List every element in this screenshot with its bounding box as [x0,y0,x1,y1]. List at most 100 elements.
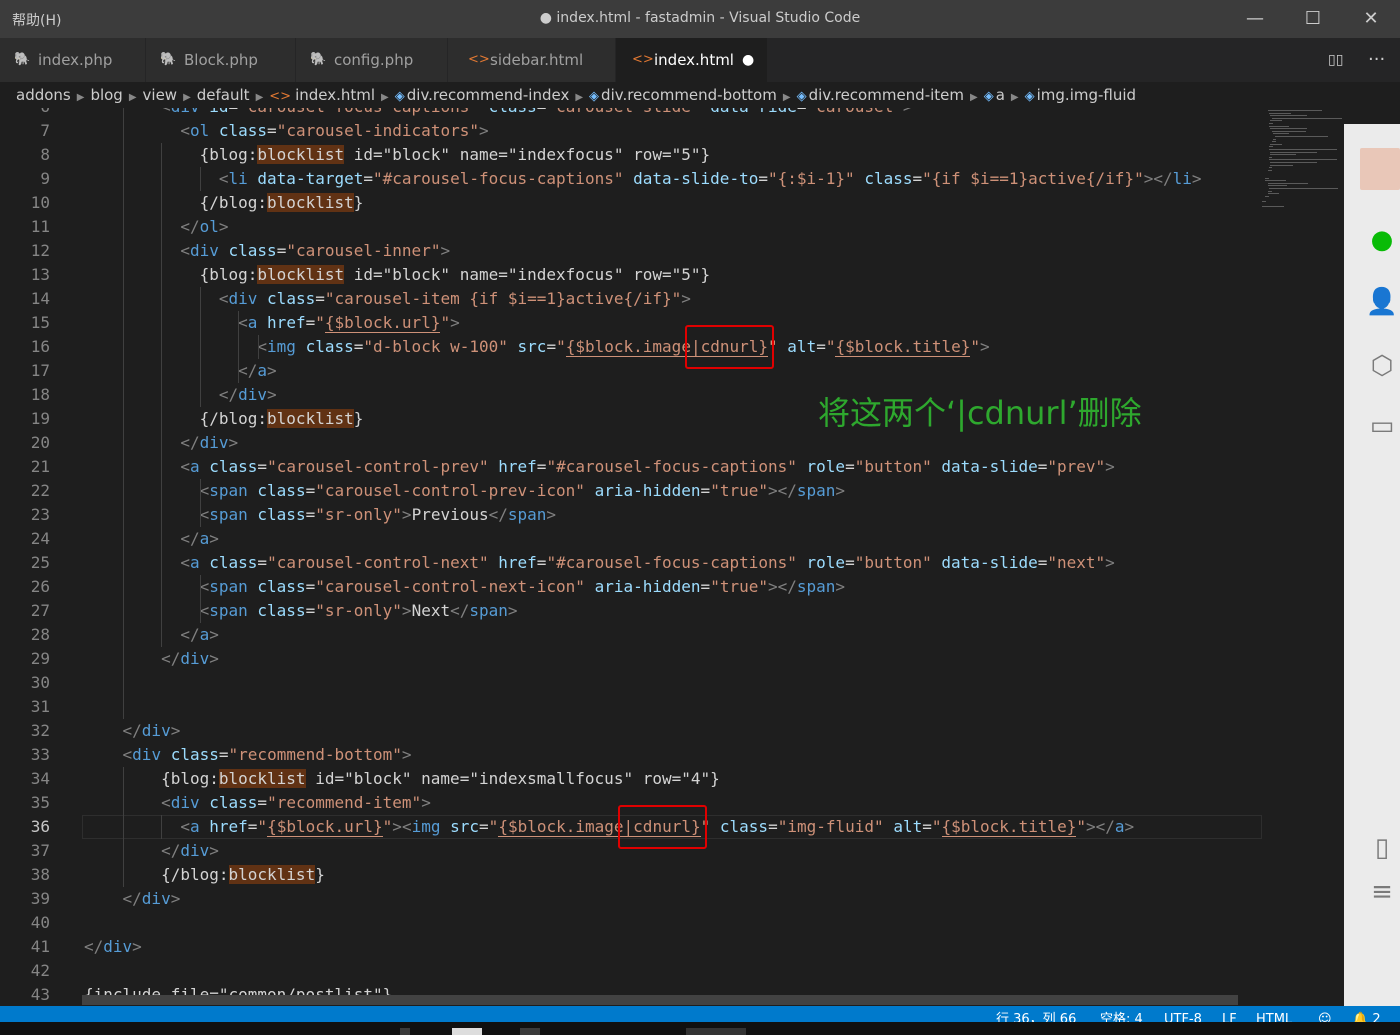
code-line[interactable]: <div class="carousel-item {if $i==1}acti… [84,287,691,311]
code-line[interactable]: <img class="d-block w-100" src="{$block.… [84,335,990,359]
breadcrumb-item[interactable]: img.img-fluid [1037,86,1136,104]
code-line[interactable]: {/blog:blocklist} [84,407,363,431]
code-line[interactable]: </div> [84,887,181,911]
taskbar-app[interactable] [452,1028,482,1035]
element-cube-icon: ◈ [589,89,600,104]
code-line[interactable]: {/blog:blocklist} [84,863,325,887]
language-mode[interactable]: HTML [1256,1006,1292,1022]
indentation[interactable]: 空格: 4 [1100,1006,1143,1022]
contacts-icon[interactable]: 👤 [1362,284,1400,320]
wechat-chat-icon[interactable]: ● [1362,222,1400,258]
code-line[interactable]: <a class="carousel-control-prev" href="#… [84,455,1114,479]
code-line[interactable]: </a> [84,623,219,647]
code-line[interactable]: <a class="carousel-control-next" href="#… [84,551,1114,575]
breadcrumb-item[interactable]: div.recommend-bottom [601,86,777,104]
taskbar-app[interactable] [686,1028,746,1035]
code-editor[interactable]: 6 7 8 9 10 11 12 13 14 15 16 17 18 19 20 21 22 23 24 25 26 27… [0,108,1262,1006]
cursor-position[interactable]: 行 36，列 66 [996,1006,1076,1022]
breadcrumb-item[interactable]: div.recommend-item [809,86,964,104]
breadcrumb-item[interactable]: blog [90,86,122,104]
minimap-line [1273,133,1290,135]
minimap-line [1264,177,1269,179]
indent-guide [238,311,240,383]
minimap-line [1270,128,1308,130]
breadcrumb-item[interactable]: view [143,86,178,104]
breadcrumb-item[interactable]: addons [16,86,71,104]
tab-label: sidebar.html [490,51,584,69]
feedback-smiley-icon[interactable]: ☺ [1318,1006,1332,1022]
minimize-button[interactable]: — [1226,0,1284,38]
minimap-line [1273,138,1276,140]
code-line[interactable]: <li data-target="#carousel-focus-caption… [84,167,1202,191]
minimap[interactable] [1262,108,1344,218]
taskbar-app[interactable] [400,1028,410,1035]
minimap-line [1270,164,1294,166]
minimap-line [1267,182,1309,184]
breadcrumb-item[interactable]: div.recommend-index [407,86,570,104]
code-line[interactable]: <div class="recommend-item"> [84,791,431,815]
breadcrumb-item[interactable]: a [996,86,1005,104]
minimap-line [1267,169,1272,171]
minimap-line [1267,185,1288,187]
minimap-line [1267,110,1323,111]
encoding[interactable]: UTF-8 [1164,1006,1202,1022]
code-line[interactable]: {blog:blocklist id="block" name="indexfo… [84,143,710,167]
line-ending[interactable]: LF [1222,1006,1237,1022]
element-cube-icon: ◈ [983,89,994,104]
code-line[interactable]: </a> [84,527,219,551]
breadcrumb-item[interactable]: index.html [295,86,375,104]
line-number: 14 [30,289,50,308]
code-line[interactable]: </div> [84,719,181,743]
menu-icon[interactable]: ≡ [1362,874,1400,910]
code-line[interactable]: </div> [84,383,277,407]
tab-sidebar-html[interactable]: <> sidebar.html [448,38,616,82]
code-line[interactable]: </div> [84,935,142,959]
notifications-bell-icon[interactable]: 🔔 2 [1352,1006,1381,1022]
code-line[interactable]: <a href="{$block.url}"><img src="{$block… [84,815,1134,839]
tab-label: index.php [38,51,113,69]
split-editor-icon[interactable]: ▯▯ [1328,38,1343,82]
line-number: 28 [30,625,50,644]
maximize-button[interactable]: ☐ [1284,0,1342,38]
code-line[interactable]: <span class="carousel-control-prev-icon"… [84,479,845,503]
tab-label: Block.php [184,51,258,69]
code-line[interactable]: {/blog:blocklist} [84,191,363,215]
code-line[interactable]: {blog:blocklist id="block" name="indexsm… [84,767,720,791]
minimap-line [1269,123,1273,124]
folder-icon[interactable]: ▭ [1362,408,1400,444]
taskbar-app[interactable] [520,1028,540,1035]
tab-index-php[interactable]: 🐘 index.php [0,38,146,82]
code-line[interactable]: </div> [84,647,219,671]
phone-icon[interactable]: ▯ [1362,830,1400,866]
line-number: 19 [30,409,50,428]
window-title: ● index.html - fastadmin - Visual Studio… [539,10,861,26]
more-actions-icon[interactable]: ··· [1368,38,1385,82]
unsaved-dot-icon[interactable]: ● [742,38,754,82]
code-line[interactable]: </div> [84,839,219,863]
code-line[interactable]: </a> [84,359,277,383]
breadcrumb-item[interactable]: default [197,86,250,104]
code-line[interactable]: <span class="sr-only">Previous</span> [84,503,556,527]
code-line[interactable]: {blog:blocklist id="block" name="indexfo… [84,263,710,287]
code-line[interactable]: <div id="carousel-focus-captions" class=… [84,108,912,119]
code-line[interactable]: <ol class="carousel-indicators"> [84,119,488,143]
line-number: 33 [30,745,50,764]
tab-config-php[interactable]: 🐘 config.php [296,38,448,82]
code-line[interactable]: </ol> [84,215,228,239]
avatar[interactable] [1360,148,1400,190]
code-line[interactable]: <span class="sr-only">Next</span> [84,599,518,623]
cube-icon[interactable]: ⬡ [1362,348,1400,384]
code-line[interactable]: <a href="{$block.url}"> [84,311,460,335]
code-line[interactable]: <div class="carousel-inner"> [84,239,450,263]
line-number: 26 [30,577,50,596]
tab-block-php[interactable]: 🐘 Block.php [146,38,296,82]
line-number: 8 [40,145,50,164]
indent-guide [122,108,124,719]
code-line[interactable]: <span class="carousel-control-next-icon"… [84,575,845,599]
line-number: 35 [30,793,50,812]
close-button[interactable]: ✕ [1342,0,1400,38]
code-line[interactable]: <div class="recommend-bottom"> [84,743,412,767]
tab-index-html[interactable]: <> index.html ● [616,38,768,82]
minimap-line [1270,162,1318,163]
horizontal-scrollbar[interactable] [82,995,1238,1005]
